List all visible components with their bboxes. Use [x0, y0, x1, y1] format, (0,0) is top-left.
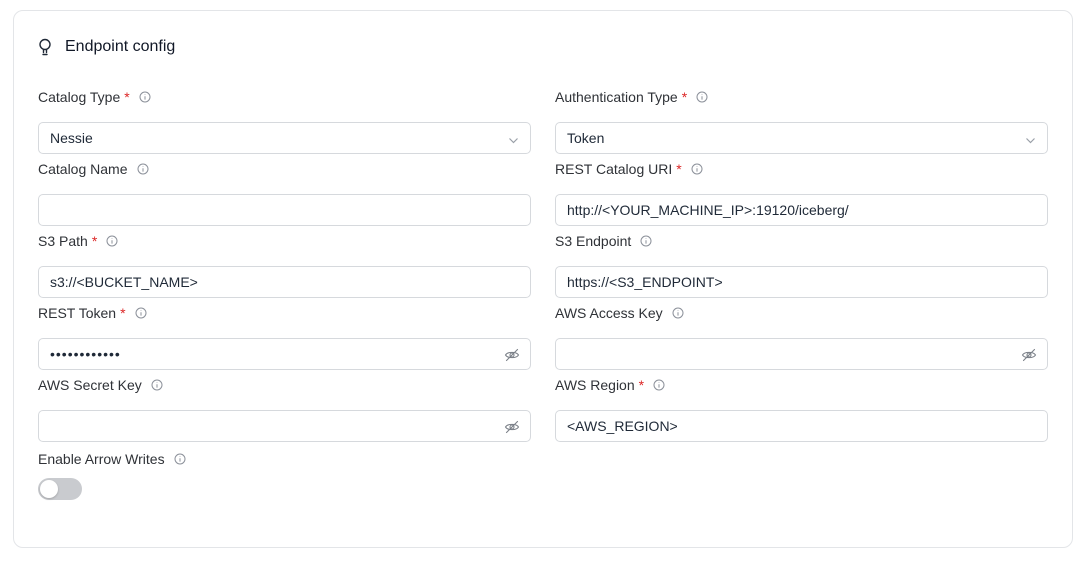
- toggle-knob: [40, 480, 58, 498]
- rest-token-label-row: REST Token *: [38, 304, 531, 322]
- catalog-type-field: Catalog Type * Nessie: [38, 88, 531, 154]
- s3-path-value: s3://<BUCKET_NAME>: [50, 274, 198, 290]
- aws-region-input[interactable]: <AWS_REGION>: [555, 410, 1048, 442]
- s3-path-label: S3 Path: [38, 233, 88, 249]
- catalog-type-label-row: Catalog Type *: [38, 88, 531, 106]
- catalog-name-label-row: Catalog Name: [38, 160, 531, 178]
- info-icon[interactable]: [653, 379, 665, 391]
- card-header: Endpoint config: [38, 36, 175, 58]
- aws-access-key-label-row: AWS Access Key: [555, 304, 1048, 322]
- info-icon[interactable]: [696, 91, 708, 103]
- rest-token-field: REST Token * ••••••••••••: [38, 304, 531, 370]
- catalog-type-value: Nessie: [50, 130, 93, 146]
- rest-token-label: REST Token: [38, 305, 117, 321]
- authentication-type-select[interactable]: Token: [555, 122, 1048, 154]
- info-icon[interactable]: [672, 307, 684, 319]
- required-asterisk: *: [676, 161, 682, 177]
- rest-token-password-input[interactable]: ••••••••••••: [38, 338, 531, 370]
- catalog-name-input[interactable]: [38, 194, 531, 226]
- card-title: Endpoint config: [65, 38, 176, 55]
- info-icon[interactable]: [139, 91, 151, 103]
- info-icon[interactable]: [151, 379, 163, 391]
- aws-region-label: AWS Region: [555, 377, 635, 393]
- info-icon[interactable]: [174, 453, 186, 465]
- eye-off-icon[interactable]: [504, 347, 520, 363]
- s3-endpoint-value: https://<S3_ENDPOINT>: [567, 274, 723, 290]
- enable-arrow-writes-field: Enable Arrow Writes: [38, 450, 531, 468]
- enable-arrow-writes-toggle[interactable]: [38, 478, 82, 500]
- rest-catalog-uri-input[interactable]: http://<YOUR_MACHINE_IP>:19120/iceberg/: [555, 194, 1048, 226]
- s3-endpoint-field: S3 Endpoint https://<S3_ENDPOINT>: [555, 232, 1048, 298]
- s3-endpoint-label: S3 Endpoint: [555, 233, 632, 249]
- authentication-type-field: Authentication Type * Token: [555, 88, 1048, 154]
- chevron-down-icon: [1025, 133, 1036, 144]
- rest-catalog-uri-value: http://<YOUR_MACHINE_IP>:19120/iceberg/: [567, 202, 849, 218]
- s3-path-label-row: S3 Path *: [38, 232, 531, 250]
- aws-access-key-label: AWS Access Key: [555, 305, 663, 321]
- aws-access-key-password-input[interactable]: [555, 338, 1048, 370]
- info-icon[interactable]: [640, 235, 652, 247]
- info-icon[interactable]: [691, 163, 703, 175]
- rest-catalog-uri-field: REST Catalog URI * http://<YOUR_MACHINE_…: [555, 160, 1048, 226]
- aws-region-value: <AWS_REGION>: [567, 418, 678, 434]
- rest-catalog-uri-label: REST Catalog URI: [555, 161, 673, 177]
- aws-region-field: AWS Region * <AWS_REGION>: [555, 376, 1048, 442]
- enable-arrow-writes-label: Enable Arrow Writes: [38, 451, 165, 467]
- s3-endpoint-label-row: S3 Endpoint: [555, 232, 1048, 250]
- authentication-type-label-row: Authentication Type *: [555, 88, 1048, 106]
- aws-secret-key-label: AWS Secret Key: [38, 377, 142, 393]
- catalog-type-select[interactable]: Nessie: [38, 122, 531, 154]
- aws-access-key-field: AWS Access Key: [555, 304, 1048, 370]
- lightbulb-icon: [38, 37, 54, 57]
- catalog-type-label: Catalog Type: [38, 89, 121, 105]
- aws-secret-key-field: AWS Secret Key: [38, 376, 531, 442]
- info-icon[interactable]: [135, 307, 147, 319]
- catalog-name-label: Catalog Name: [38, 161, 128, 177]
- enable-arrow-writes-label-row: Enable Arrow Writes: [38, 450, 531, 468]
- aws-secret-key-password-input[interactable]: [38, 410, 531, 442]
- authentication-type-value: Token: [567, 130, 605, 146]
- authentication-type-label: Authentication Type: [555, 89, 678, 105]
- s3-path-field: S3 Path * s3://<BUCKET_NAME>: [38, 232, 531, 298]
- info-icon[interactable]: [137, 163, 149, 175]
- rest-catalog-uri-label-row: REST Catalog URI *: [555, 160, 1048, 178]
- eye-off-icon[interactable]: [504, 419, 520, 435]
- chevron-down-icon: [508, 133, 519, 144]
- required-asterisk: *: [638, 377, 645, 393]
- s3-path-input[interactable]: s3://<BUCKET_NAME>: [38, 266, 531, 298]
- required-asterisk: *: [91, 233, 98, 249]
- info-icon[interactable]: [106, 235, 118, 247]
- catalog-name-field: Catalog Name: [38, 160, 531, 226]
- rest-token-value: ••••••••••••: [50, 346, 121, 362]
- eye-off-icon[interactable]: [1021, 347, 1037, 363]
- s3-endpoint-input[interactable]: https://<S3_ENDPOINT>: [555, 266, 1048, 298]
- aws-secret-key-label-row: AWS Secret Key: [38, 376, 531, 394]
- aws-region-label-row: AWS Region *: [555, 376, 1048, 394]
- required-asterisk: *: [681, 89, 688, 105]
- required-asterisk: *: [120, 305, 126, 321]
- required-asterisk: *: [124, 89, 130, 105]
